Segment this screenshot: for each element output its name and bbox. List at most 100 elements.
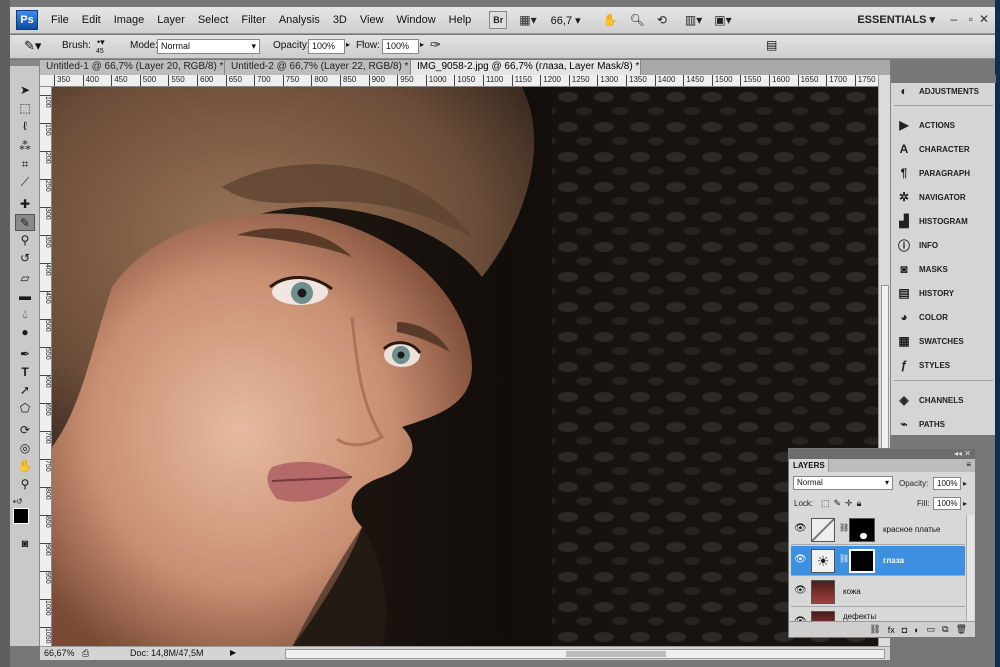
bridge-icon[interactable]: Br (489, 11, 508, 29)
tab-untitled-1[interactable]: Untitled-1 @ 66,7% (Layer 20, RGB/8) * (40, 60, 225, 75)
menu-filter[interactable]: Filter (241, 14, 265, 26)
chain-link-icon[interactable]: ⛓ (839, 554, 849, 563)
eyedropper-tool-icon[interactable]: ⟋ (15, 174, 35, 191)
status-zoom[interactable]: 66,67% (44, 648, 75, 658)
layer-mask-thumbnail[interactable] (849, 518, 875, 542)
path-select-tool-icon[interactable]: ➚ (15, 382, 35, 399)
opacity-field[interactable]: 100% (308, 39, 345, 54)
dodge-tool-icon[interactable]: ● (15, 324, 35, 341)
horizontal-scroll-thumb[interactable] (566, 651, 666, 657)
layer-name[interactable]: кожа (843, 587, 861, 596)
layers-panel-titlebar[interactable]: ◂◂ ✕ (789, 449, 975, 459)
fill-arrow-icon[interactable]: ▸ (963, 499, 967, 508)
brush-tool-icon[interactable]: ✎ (15, 214, 35, 231)
crop-tool-icon[interactable]: ⌗ (15, 156, 35, 173)
maximize-icon[interactable]: ▫ (969, 12, 973, 26)
panel-character[interactable]: A CHARACTER (896, 139, 991, 159)
menu-edit[interactable]: Edit (82, 14, 101, 26)
panel-navigator[interactable]: ✲ NAVIGATOR (896, 187, 991, 207)
blur-tool-icon[interactable]: 💧︎ (15, 306, 35, 323)
visibility-eye-icon[interactable]: 👁︎ (794, 585, 807, 596)
menu-window[interactable]: Window (397, 14, 436, 26)
panel-styles[interactable]: ƒ STYLES (896, 355, 991, 375)
flow-arrow-icon[interactable]: ▸ (420, 40, 424, 49)
status-menu-arrow-icon[interactable]: ▶ (230, 648, 236, 657)
foreground-color-swatch[interactable] (13, 508, 29, 524)
add-mask-icon[interactable]: ◘ (902, 625, 907, 635)
workspace-switcher[interactable]: ESSENTIALS ▾ (857, 13, 935, 26)
visibility-eye-icon[interactable]: 👁︎ (794, 554, 807, 565)
default-colors-icon[interactable]: ▪↺ (13, 497, 23, 506)
panel-menu-icon[interactable]: ≡ (966, 460, 971, 469)
tab-img-9058-2[interactable]: IMG_9058-2.jpg @ 66,7% (глаза, Layer Mas… (411, 60, 641, 75)
move-tool-icon[interactable]: ➤ (15, 82, 35, 99)
trash-icon[interactable]: 🗑︎ (956, 624, 967, 635)
flow-field[interactable]: 100% (382, 39, 419, 54)
clone-stamp-tool-icon[interactable]: ⚲ (15, 232, 35, 249)
mode-select[interactable]: Normal ▾ (157, 39, 260, 54)
layer-row-selected[interactable]: 👁︎ ☀ ⛓ глаза (791, 546, 965, 576)
brush-panel-icon[interactable]: ▤ (766, 38, 777, 52)
layer-opacity-arrow-icon[interactable]: ▸ (963, 479, 967, 488)
type-tool-icon[interactable]: T (15, 364, 35, 381)
airbrush-icon[interactable]: ✑ (430, 37, 441, 53)
canvas-horizontal-scrollbar[interactable] (285, 649, 885, 659)
opacity-arrow-icon[interactable]: ▸ (346, 40, 350, 49)
menu-analysis[interactable]: Analysis (279, 14, 320, 26)
3d-orbit-tool-icon[interactable]: ◎ (15, 440, 35, 457)
panel-paragraph[interactable]: ¶ PARAGRAPH (896, 163, 991, 183)
blend-mode-select[interactable]: Normal ▾ (793, 476, 893, 490)
menu-view[interactable]: View (360, 14, 384, 26)
brush-tip-icon[interactable]: •▾ (97, 37, 105, 48)
photoshop-logo[interactable]: Ps (16, 10, 38, 30)
menu-help[interactable]: Help (449, 14, 472, 26)
menu-select[interactable]: Select (198, 14, 229, 26)
zoom-icon[interactable]: 🔍︎ (630, 11, 645, 29)
marquee-tool-icon[interactable]: ⬚ (15, 100, 35, 117)
rotate-view-icon[interactable]: ⟲ (657, 11, 667, 29)
history-brush-tool-icon[interactable]: ↺ (15, 250, 35, 267)
panel-color[interactable]: ◕ COLOR (896, 307, 991, 327)
panel-channels[interactable]: ◈ CHANNELS (896, 390, 991, 410)
group-icon[interactable]: ▭ (927, 624, 936, 635)
minimize-icon[interactable]: – (950, 12, 957, 26)
mini-bridge-icon[interactable]: ▦▾ (519, 11, 536, 29)
status-export-icon[interactable]: ⎙ (82, 648, 89, 659)
eraser-tool-icon[interactable]: ▱ (15, 270, 35, 287)
layer-opacity-field[interactable]: 100% (933, 477, 961, 490)
panel-info[interactable]: ⓘ INFO (896, 235, 991, 255)
tab-untitled-2[interactable]: Untitled-2 @ 66,7% (Layer 22, RGB/8) * (225, 60, 411, 75)
layers-scrollbar[interactable] (966, 515, 974, 621)
zoom-tool-icon[interactable]: ⚲ (15, 476, 35, 493)
panel-swatches[interactable]: ▦ SWATCHES (896, 331, 991, 351)
new-layer-icon[interactable]: ⧉ (942, 624, 948, 635)
close-icon[interactable]: ✕ (979, 12, 989, 26)
document-canvas[interactable] (52, 87, 878, 647)
hand-icon[interactable]: ✋ (603, 11, 618, 29)
collapse-icon[interactable]: ◂◂ ✕ (954, 449, 971, 458)
layer-name[interactable]: красное платье (883, 525, 941, 534)
layer-name[interactable]: дефекты (843, 612, 876, 621)
spot-healing-tool-icon[interactable]: ✚ (15, 196, 35, 213)
3d-rotate-tool-icon[interactable]: ⟳ (15, 422, 35, 439)
lock-icons[interactable]: ⬚✎✛🔒︎ (821, 498, 865, 509)
fill-field[interactable]: 100% (933, 497, 961, 510)
panel-masks[interactable]: ◙ MASKS (896, 259, 991, 279)
menu-layer[interactable]: Layer (157, 14, 185, 26)
layer-mask-thumbnail[interactable] (849, 549, 875, 573)
tab-layers[interactable]: LAYERS (789, 459, 829, 472)
panel-actions[interactable]: ▶ ACTIONS (896, 115, 991, 135)
arrange-documents-icon[interactable]: ▥▾ (685, 11, 702, 29)
panel-paths[interactable]: ⌁ PATHS (896, 414, 991, 434)
pen-tool-icon[interactable]: ✒ (15, 346, 35, 363)
quick-mask-icon[interactable]: ◙ (15, 536, 35, 553)
menu-image[interactable]: Image (114, 14, 145, 26)
panel-history[interactable]: ▤ HISTORY (896, 283, 991, 303)
fx-icon[interactable]: fx (888, 625, 895, 635)
panel-histogram[interactable]: ▟ HISTOGRAM (896, 211, 991, 231)
layer-row[interactable]: 👁︎ кожа (791, 577, 965, 607)
hand-tool-icon[interactable]: ✋ (15, 458, 35, 475)
brush-preset-icon[interactable]: ✎▾ (24, 38, 41, 54)
screen-mode-icon[interactable]: ▣▾ (714, 11, 731, 29)
layer-row[interactable]: 👁︎ ⛓ красное платье (791, 515, 965, 545)
